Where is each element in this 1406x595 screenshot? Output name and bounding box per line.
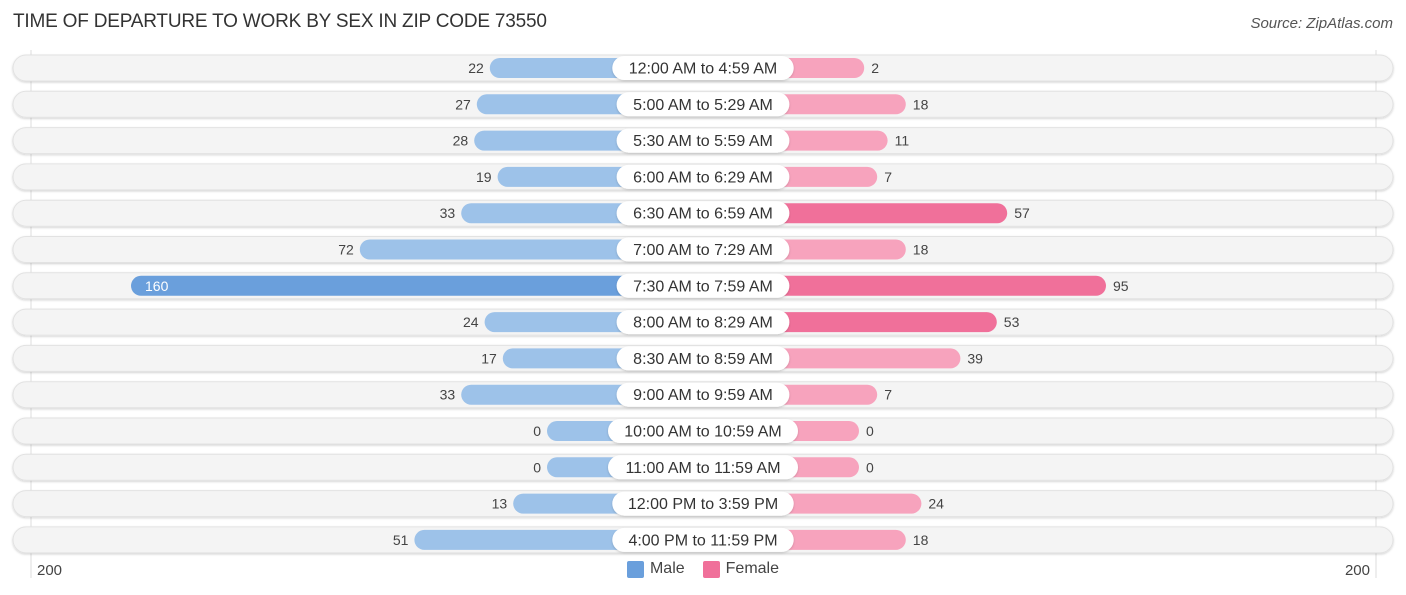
category-label: 8:00 AM to 8:29 AM: [633, 315, 773, 332]
table-row: 33 57 6:30 AM to 6:59 AM: [12, 199, 1394, 227]
category-label: 6:30 AM to 6:59 AM: [633, 206, 773, 223]
chart-area: 22 212:00 AM to 4:59 AM27 185:00 AM to 5:2…: [12, 50, 1394, 578]
value-label-male: 0: [533, 423, 541, 439]
table-row: 22 212:00 AM to 4:59 AM: [12, 54, 1394, 82]
legend: Male Female: [0, 560, 1406, 578]
value-label-female: 53: [1004, 314, 1020, 330]
value-label-female: 95: [1113, 278, 1129, 294]
value-label-male: 27: [455, 96, 471, 112]
legend-item-female[interactable]: Female: [702, 560, 780, 578]
category-label: 6:00 AM to 6:29 AM: [633, 169, 773, 186]
value-label-female: 11: [895, 133, 910, 149]
legend-swatch-male: [626, 560, 644, 578]
table-row: 28 11 5:30 AM to 5:59 AM: [12, 127, 1394, 155]
category-label: 5:00 AM to 5:29 AM: [633, 97, 773, 114]
category-label: 11:00 AM to 11:59 AM: [625, 460, 780, 477]
value-label-female: 0: [866, 423, 874, 439]
category-label: 5:30 AM to 5:59 AM: [633, 133, 773, 150]
table-row: 0 0 10:00 AM to 10:59 AM: [12, 417, 1394, 445]
category-label: 12:00 AM to 4:59 AM: [629, 61, 778, 78]
category-label: 8:30 AM to 8:59 AM: [633, 351, 773, 368]
value-label-female: 0: [866, 459, 874, 475]
legend-item-male[interactable]: Male: [626, 560, 685, 578]
value-label-male: 33: [440, 387, 456, 403]
value-label-male: 24: [463, 314, 479, 330]
legend-label-female: Female: [725, 560, 780, 577]
table-row: 24 53 8:00 AM to 8:29 AM: [12, 308, 1394, 336]
value-label-male: 72: [338, 242, 354, 258]
value-label-female: 39: [967, 350, 983, 366]
category-label: 12:00 PM to 3:59 PM: [628, 496, 778, 513]
category-label: 7:30 AM to 7:59 AM: [633, 278, 773, 295]
value-label-female: 7: [884, 169, 892, 185]
table-row: 0 0 11:00 AM to 11:59 AM: [12, 453, 1394, 481]
category-label: 7:00 AM to 7:29 AM: [633, 242, 773, 259]
table-row: 33 7 9:00 AM to 9:59 AM: [12, 381, 1394, 409]
value-label-male: 0: [533, 459, 541, 475]
value-label-female: 18: [913, 532, 929, 548]
value-label-female: 57: [1014, 205, 1030, 221]
value-label-female: 24: [928, 496, 944, 512]
table-row: 19 7 6:00 AM to 6:29 AM: [12, 163, 1394, 191]
value-label-male: 13: [492, 496, 508, 512]
table-row: 72 18 7:00 AM to 7:29 AM: [12, 236, 1394, 263]
table-row: 27 18 5:00 AM to 5:29 AM: [12, 90, 1394, 118]
value-label-male: 160: [145, 278, 169, 294]
table-row: 13 24 12:00 PM to 3:59 PM: [12, 490, 1394, 518]
value-label-female: 18: [913, 96, 929, 112]
legend-swatch-female: [702, 560, 720, 578]
value-label-female: 2: [871, 60, 879, 76]
table-row: 17 39 8:30 AM to 8:59 AM: [12, 344, 1394, 372]
value-label-male: 22: [468, 60, 484, 76]
value-label-male: 51: [393, 532, 409, 548]
value-label-female: 18: [913, 242, 929, 258]
value-label-male: 17: [481, 350, 497, 366]
legend-label-male: Male: [649, 560, 685, 577]
table-row: 160 95 7:30 AM to 7:59 AM: [12, 272, 1394, 300]
category-label: 10:00 AM to 10:59 AM: [624, 424, 781, 441]
value-label-female: 7: [884, 387, 892, 403]
table-row: 51 18 4:00 PM to 11:59 PM: [12, 526, 1394, 554]
value-label-male: 33: [440, 205, 456, 221]
category-label: 4:00 PM to 11:59 PM: [628, 532, 777, 549]
value-label-male: 19: [476, 169, 492, 185]
value-label-male: 28: [453, 133, 469, 149]
category-label: 9:00 AM to 9:59 AM: [633, 387, 773, 404]
